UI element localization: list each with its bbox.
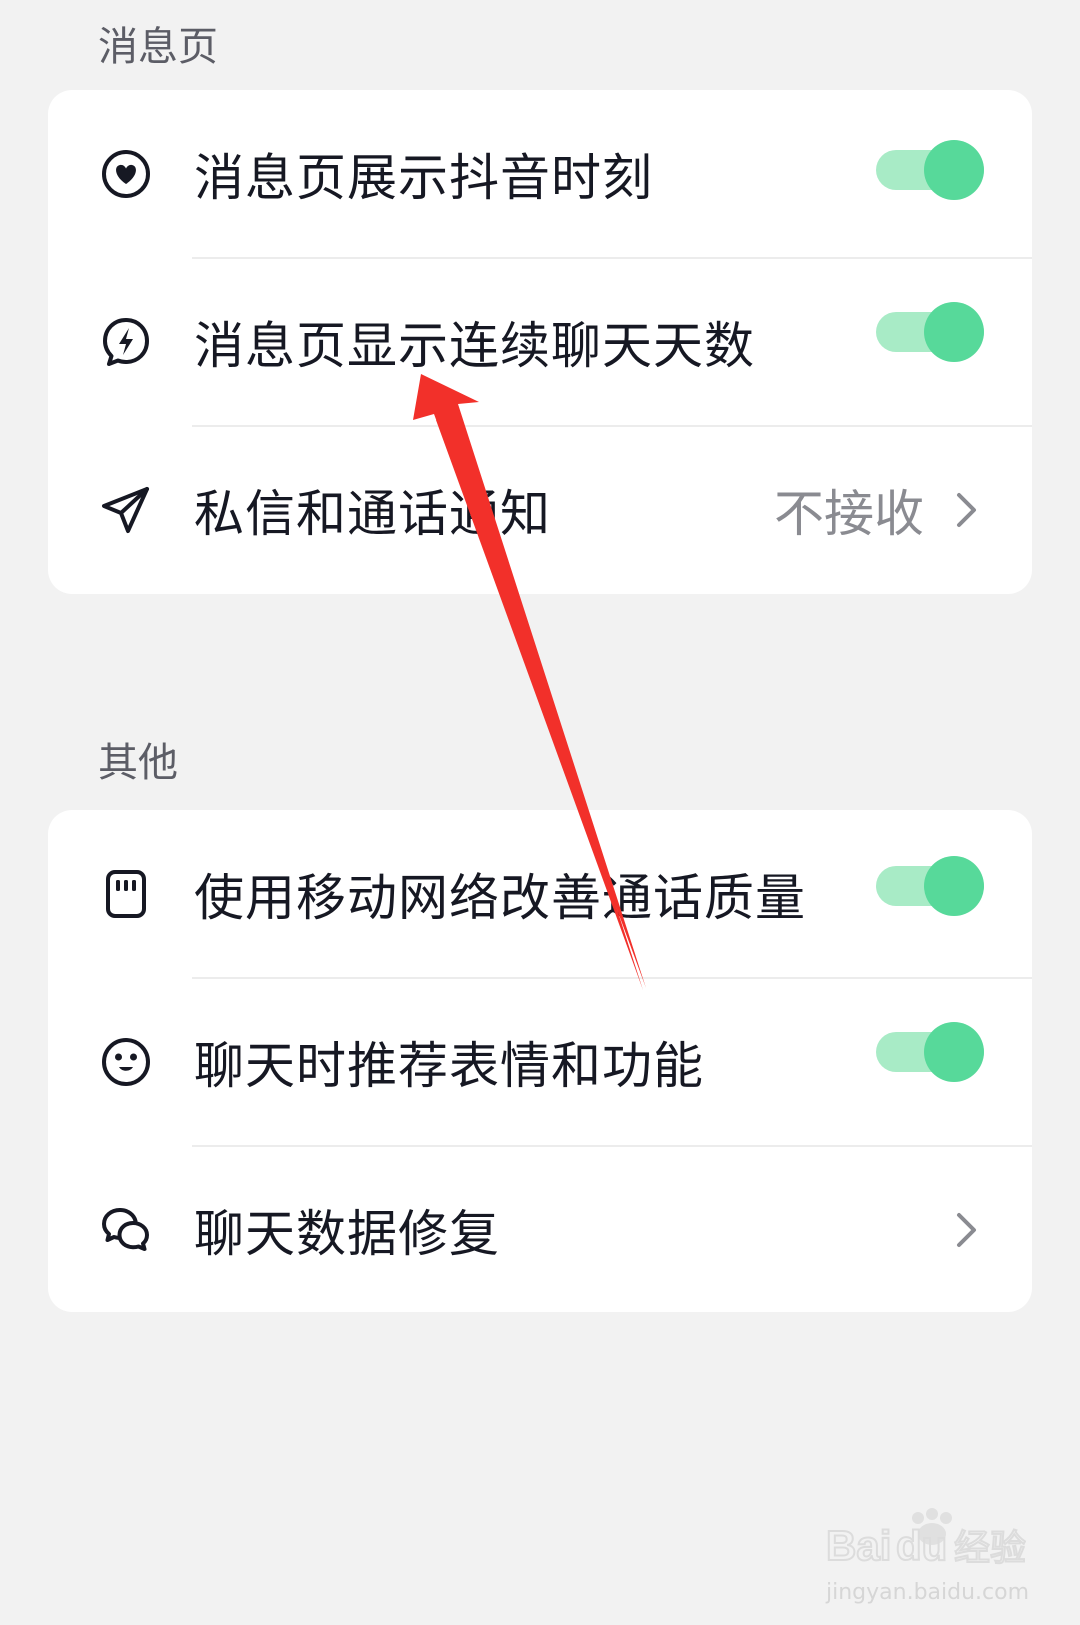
- setting-label: 消息页显示连续聊天天数: [194, 317, 755, 375]
- toggle-knob: [924, 302, 984, 362]
- chat-bubbles-icon: [102, 1208, 149, 1251]
- section-title-other: 其他: [98, 740, 178, 786]
- setting-label: 使用移动网络改善通话质量: [194, 869, 806, 927]
- watermark-url: jingyan.baidu.com: [826, 1580, 1030, 1605]
- setting-label: 消息页展示抖音时刻: [194, 149, 653, 207]
- settings-card-message-page: 消息页展示抖音时刻 消息页显示连续聊天天数 私信和通话通知 不接收: [48, 90, 1032, 594]
- setting-label: 聊天数据修复: [194, 1205, 500, 1263]
- setting-row-dm-notifications[interactable]: 私信和通话通知 不接收: [48, 426, 1032, 594]
- toggle-knob: [924, 140, 984, 200]
- send-icon: [102, 487, 149, 533]
- sim-card-icon: [106, 870, 146, 918]
- svg-text:du: du: [896, 1522, 947, 1569]
- svg-text:经验: 经验: [954, 1528, 1026, 1569]
- setting-row-chat-data-repair[interactable]: 聊天数据修复: [48, 1146, 1032, 1314]
- recommend-stickers-toggle[interactable]: [876, 1022, 984, 1082]
- lightning-bubble-icon: [103, 318, 149, 366]
- setting-row-mobile-network-calls[interactable]: 使用移动网络改善通话质量: [48, 810, 1032, 978]
- show-moments-toggle[interactable]: [876, 140, 984, 200]
- chat-streak-toggle[interactable]: [876, 302, 984, 362]
- toggle-knob: [924, 1022, 984, 1082]
- chevron-right-icon: [957, 493, 976, 527]
- dm-notifications-value: 不接收: [774, 485, 924, 543]
- smiley-icon: [102, 1038, 150, 1086]
- heart-circle-icon: [102, 150, 150, 198]
- toggle-knob: [924, 856, 984, 916]
- section-title-message-page: 消息页: [98, 24, 218, 70]
- settings-card-other: 使用移动网络改善通话质量 聊天时推荐表情和功能 聊天数据修复: [48, 810, 1032, 1312]
- chevron-right-icon[interactable]: [948, 1208, 984, 1252]
- setting-label: 私信和通话通知: [194, 485, 551, 543]
- setting-row-recommend-stickers[interactable]: 聊天时推荐表情和功能: [48, 978, 1032, 1146]
- svg-text:Bai: Bai: [826, 1522, 891, 1569]
- setting-row-show-moments[interactable]: 消息页展示抖音时刻: [48, 90, 1032, 258]
- setting-row-chat-streak[interactable]: 消息页显示连续聊天天数: [48, 258, 1032, 426]
- setting-label: 聊天时推荐表情和功能: [194, 1037, 704, 1095]
- mobile-network-calls-toggle[interactable]: [876, 856, 984, 916]
